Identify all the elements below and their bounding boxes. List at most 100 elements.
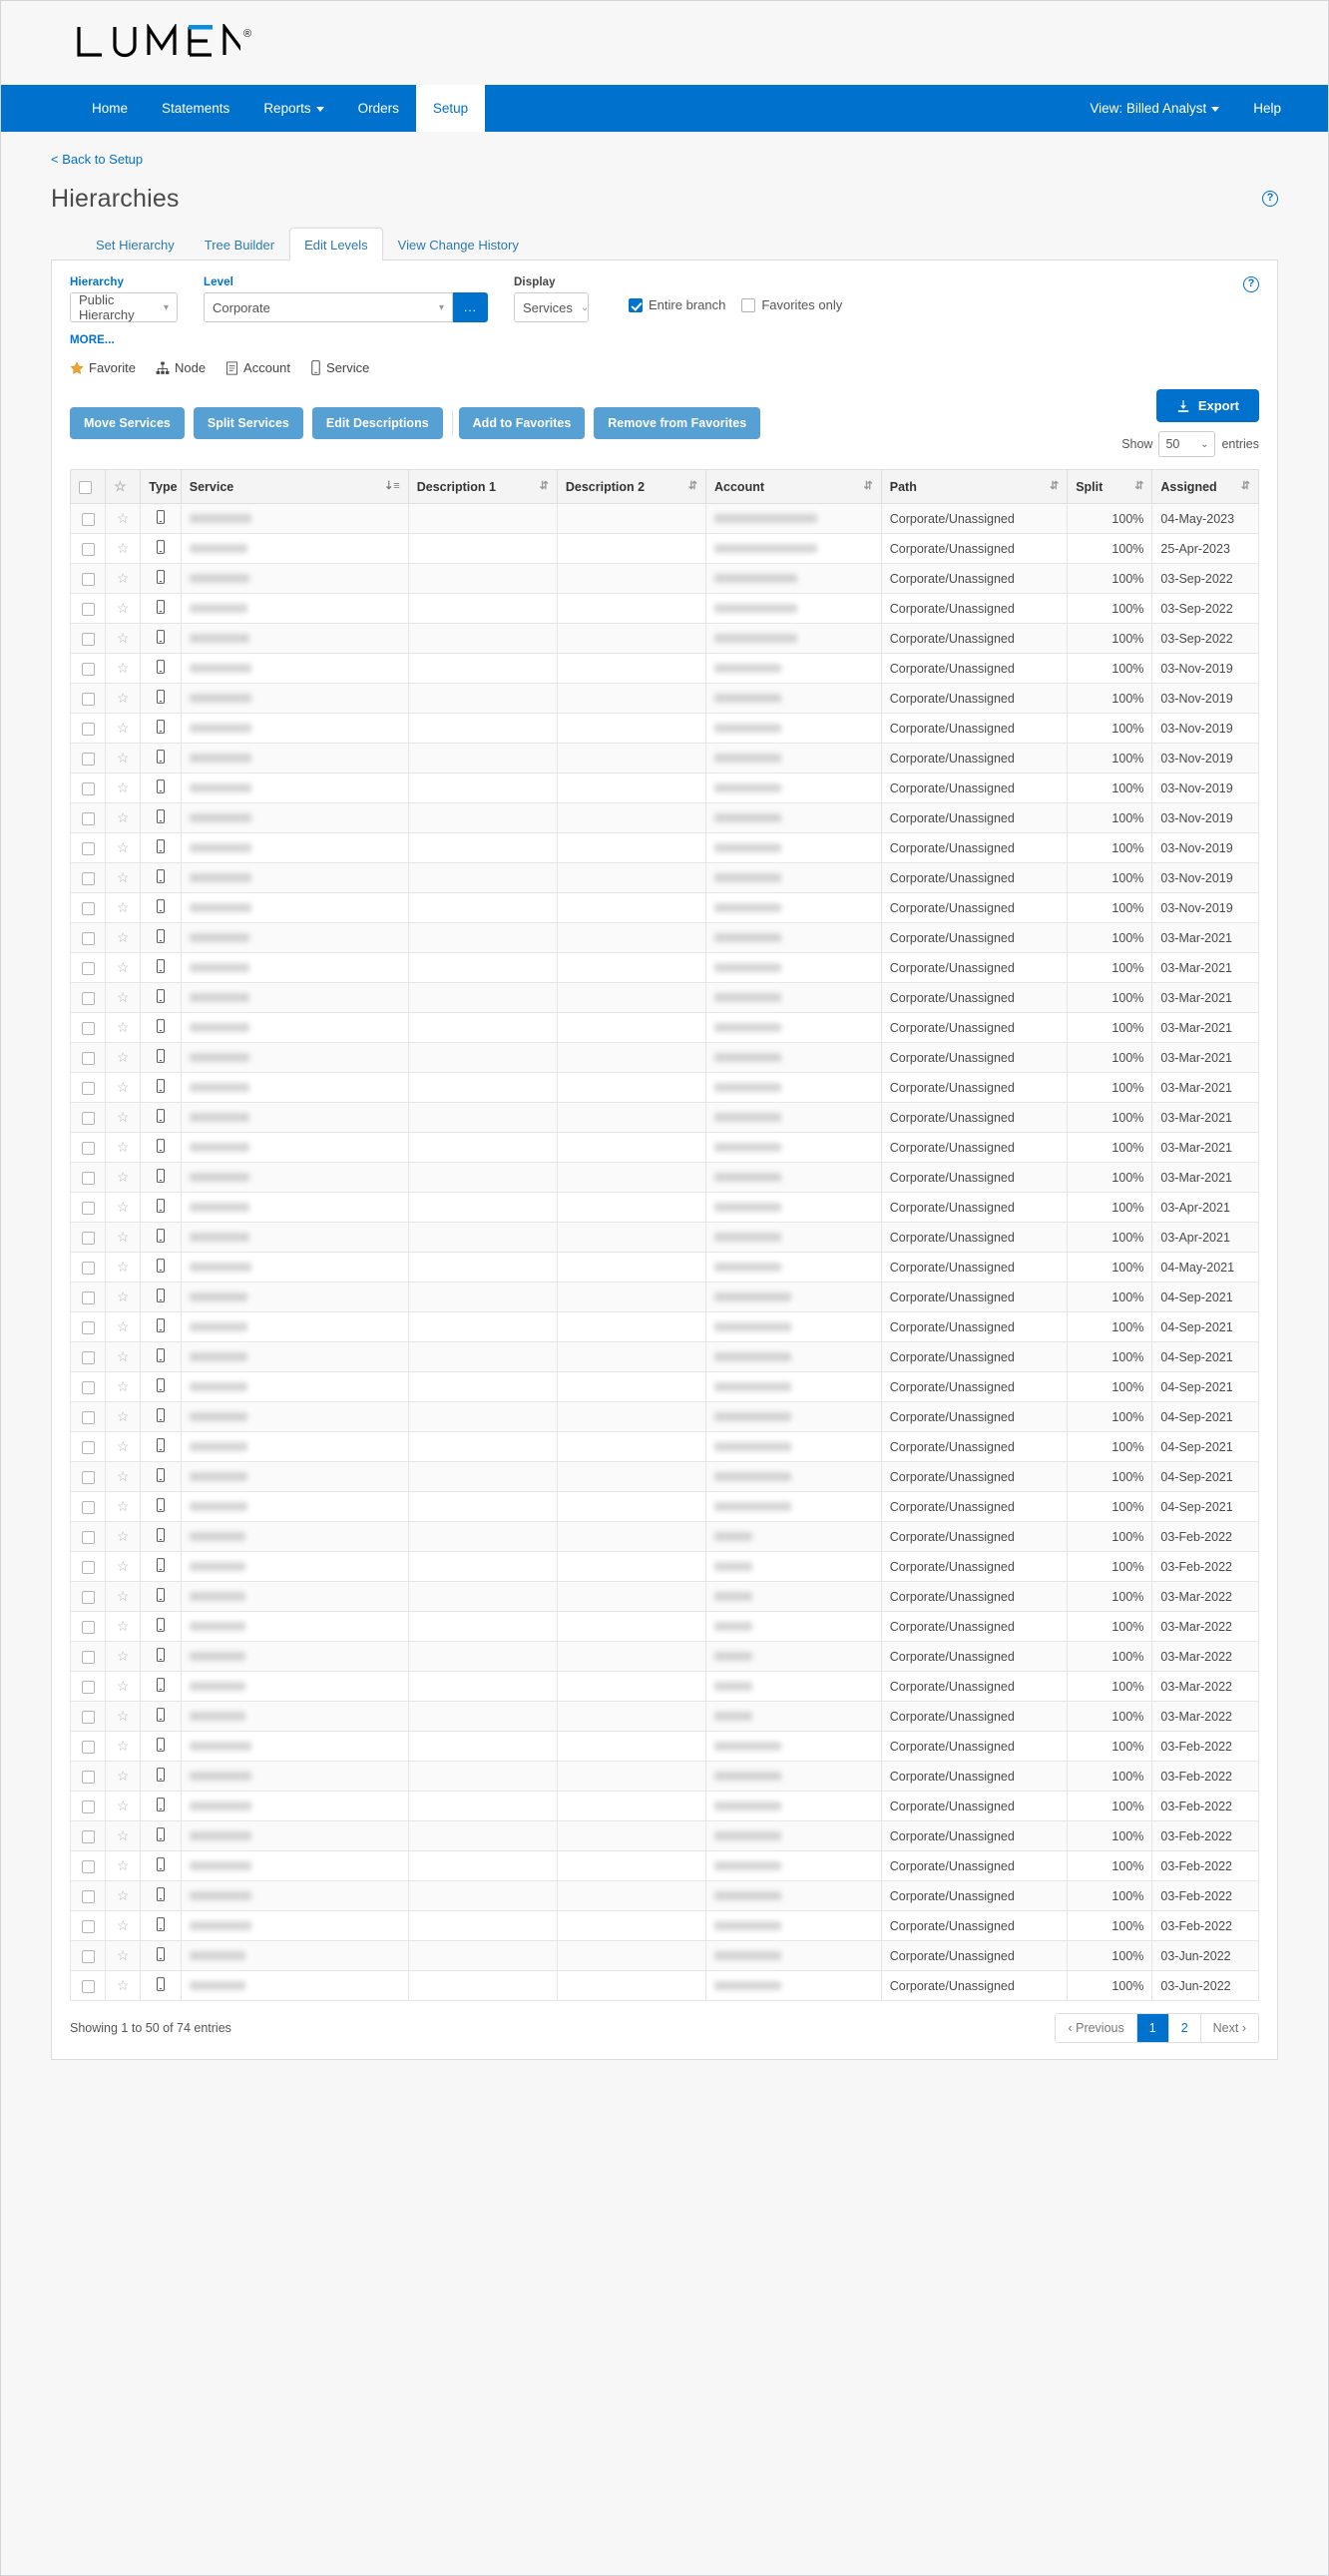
row-checkbox[interactable]: [81, 1111, 95, 1125]
star-icon[interactable]: ☆: [117, 1348, 130, 1364]
row-checkbox[interactable]: [81, 1470, 95, 1484]
star-icon[interactable]: ☆: [117, 1768, 130, 1784]
row-checkbox[interactable]: [81, 1800, 95, 1813]
row-favorite-cell[interactable]: ☆: [105, 802, 142, 833]
row-select-cell[interactable]: [69, 802, 107, 833]
row-checkbox[interactable]: [81, 1171, 95, 1185]
nav-item-setup[interactable]: Setup: [415, 85, 486, 132]
row-checkbox[interactable]: [81, 1590, 95, 1604]
row-favorite-cell[interactable]: ☆: [105, 832, 142, 863]
row-favorite-cell[interactable]: ☆: [105, 1970, 142, 2001]
row-checkbox[interactable]: [81, 1081, 95, 1095]
nav-item-help[interactable]: Help: [1236, 85, 1298, 132]
star-icon[interactable]: ☆: [117, 1648, 130, 1664]
row-select-cell[interactable]: [69, 1761, 107, 1792]
th-description-1[interactable]: Description 1 ⇵: [407, 469, 558, 504]
row-select-cell[interactable]: [69, 1042, 107, 1073]
page-length-select[interactable]: 50 ⌄: [1158, 431, 1216, 457]
star-icon[interactable]: ☆: [117, 1887, 130, 1903]
row-checkbox[interactable]: [81, 1859, 95, 1873]
star-icon[interactable]: ☆: [117, 1139, 130, 1155]
row-favorite-cell[interactable]: ☆: [105, 1072, 142, 1103]
row-favorite-cell[interactable]: ☆: [105, 503, 142, 534]
row-checkbox[interactable]: [81, 1680, 95, 1694]
row-select-cell[interactable]: [69, 1910, 107, 1941]
star-icon[interactable]: ☆: [117, 1498, 130, 1514]
row-checkbox[interactable]: [81, 1440, 95, 1454]
row-select-cell[interactable]: [69, 922, 107, 953]
row-select-cell[interactable]: [69, 1551, 107, 1582]
row-select-cell[interactable]: [69, 1641, 107, 1672]
star-icon[interactable]: ☆: [117, 630, 130, 646]
row-favorite-cell[interactable]: ☆: [105, 1162, 142, 1193]
row-favorite-cell[interactable]: ☆: [105, 1581, 142, 1612]
row-select-cell[interactable]: [69, 952, 107, 983]
star-icon[interactable]: ☆: [117, 1109, 130, 1125]
export-button[interactable]: Export: [1155, 389, 1259, 422]
star-icon[interactable]: ☆: [117, 1977, 130, 1993]
row-favorite-cell[interactable]: ☆: [105, 1461, 142, 1492]
row-favorite-cell[interactable]: ☆: [105, 683, 142, 714]
row-checkbox[interactable]: [81, 1650, 95, 1664]
row-favorite-cell[interactable]: ☆: [105, 1910, 142, 1941]
pagination-page-2[interactable]: 2: [1168, 2014, 1201, 2042]
star-icon[interactable]: ☆: [117, 989, 130, 1005]
nav-view-selector[interactable]: View: Billed Analyst: [1073, 85, 1236, 132]
star-icon[interactable]: ☆: [117, 1318, 130, 1334]
star-icon[interactable]: ☆: [117, 1169, 130, 1185]
row-checkbox[interactable]: [81, 1141, 95, 1155]
favorites-only-checkbox[interactable]: Favorites only: [741, 297, 842, 312]
row-favorite-cell[interactable]: ☆: [105, 1431, 142, 1462]
row-select-cell[interactable]: [69, 892, 107, 923]
row-select-cell[interactable]: [69, 563, 107, 594]
star-icon[interactable]: ☆: [117, 869, 130, 885]
star-icon[interactable]: ☆: [117, 1528, 130, 1544]
row-checkbox[interactable]: [81, 542, 95, 556]
row-checkbox[interactable]: [81, 662, 95, 676]
row-select-cell[interactable]: [69, 1461, 107, 1492]
level-select[interactable]: Corporate ▾: [204, 292, 453, 322]
star-icon[interactable]: ☆: [117, 1558, 130, 1574]
star-icon[interactable]: ☆: [117, 959, 130, 975]
star-icon[interactable]: ☆: [117, 1917, 130, 1933]
row-favorite-cell[interactable]: ☆: [105, 1012, 142, 1043]
th-path[interactable]: Path ⇵: [880, 469, 1069, 504]
star-icon[interactable]: ☆: [117, 1288, 130, 1304]
row-select-cell[interactable]: [69, 1671, 107, 1702]
star-icon[interactable]: ☆: [117, 839, 130, 855]
row-checkbox[interactable]: [81, 1889, 95, 1903]
row-favorite-cell[interactable]: ☆: [105, 1341, 142, 1372]
row-favorite-cell[interactable]: ☆: [105, 593, 142, 624]
page-help-icon[interactable]: ?: [1262, 191, 1278, 207]
row-select-cell[interactable]: [69, 1850, 107, 1881]
row-select-cell[interactable]: [69, 1072, 107, 1103]
row-checkbox[interactable]: [81, 931, 95, 945]
row-select-cell[interactable]: [69, 1880, 107, 1911]
row-select-cell[interactable]: [69, 1102, 107, 1133]
row-select-cell[interactable]: [69, 1132, 107, 1163]
row-select-cell[interactable]: [69, 1282, 107, 1312]
row-favorite-cell[interactable]: ☆: [105, 563, 142, 594]
row-select-cell[interactable]: [69, 623, 107, 654]
star-icon[interactable]: ☆: [117, 1618, 130, 1634]
row-select-cell[interactable]: [69, 1371, 107, 1402]
row-checkbox[interactable]: [81, 512, 95, 526]
row-checkbox[interactable]: [81, 871, 95, 885]
star-icon[interactable]: ☆: [117, 1229, 130, 1245]
row-checkbox[interactable]: [81, 1261, 95, 1275]
row-select-cell[interactable]: [69, 593, 107, 624]
row-select-cell[interactable]: [69, 1252, 107, 1283]
star-icon[interactable]: ☆: [117, 1708, 130, 1724]
move-services-button[interactable]: Move Services: [70, 407, 185, 439]
row-checkbox[interactable]: [81, 1380, 95, 1394]
row-favorite-cell[interactable]: ☆: [105, 1132, 142, 1163]
row-checkbox[interactable]: [81, 841, 95, 855]
star-icon[interactable]: ☆: [117, 1408, 130, 1424]
row-favorite-cell[interactable]: ☆: [105, 982, 142, 1013]
star-icon[interactable]: ☆: [117, 1378, 130, 1394]
row-select-cell[interactable]: [69, 1012, 107, 1043]
row-select-cell[interactable]: [69, 683, 107, 714]
star-icon[interactable]: ☆: [117, 510, 130, 526]
star-icon[interactable]: ☆: [117, 1259, 130, 1275]
pagination-page-1[interactable]: 1: [1136, 2014, 1169, 2042]
